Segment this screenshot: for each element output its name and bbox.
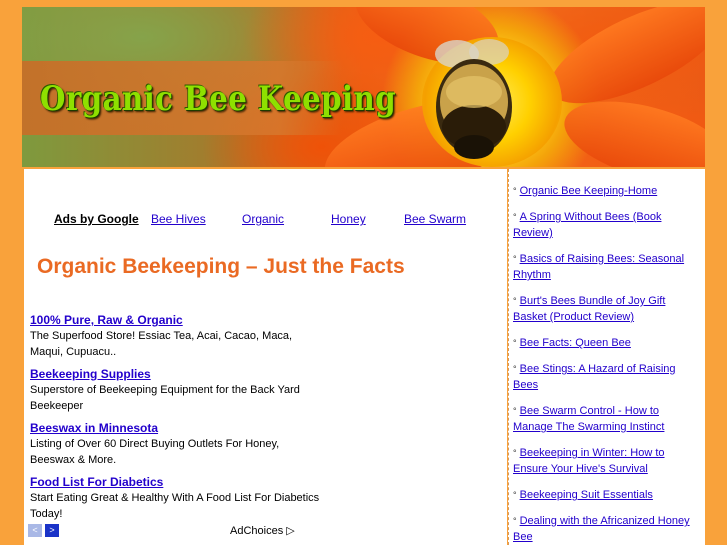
sidebar-item: ° Beekeeping Suit Essentials [513,487,701,503]
ad-controls: < > AdChoices ▷ [28,523,298,539]
header-banner: Organic Bee Keeping [22,7,705,167]
bullet-icon: ° [513,212,517,222]
sidebar-link-list: ° Organic Bee Keeping-Home ° A Spring With… [513,183,701,545]
bullet-icon: ° [513,490,517,500]
bullet-icon: ° [513,406,517,416]
ad-item: Beeswax in Minnesota Listing of Over 60 … [30,420,320,468]
next-arrow-icon[interactable]: > [45,524,59,537]
sidebar-item: ° Dealing with the Africanized Honey Bee [513,513,701,545]
bee-image [435,39,512,159]
sidebar-item: ° Organic Bee Keeping-Home [513,183,701,199]
sidebar-link[interactable]: Bee Facts: Queen Bee [520,337,631,349]
ad-block: 100% Pure, Raw & Organic The Superfood S… [30,312,320,528]
sidebar-link[interactable]: Organic Bee Keeping-Home [520,185,658,197]
ad-item: 100% Pure, Raw & Organic The Superfood S… [30,312,320,360]
sidebar-item: ° Basics of Raising Bees: Seasonal Rhythm [513,251,701,283]
sidebar-link[interactable]: Dealing with the Africanized Honey Bee [513,515,690,543]
ad-description: Start Eating Great & Healthy With A Food… [30,492,320,520]
main-content: Ads by Google Bee Hives Organic Honey Be… [24,169,507,545]
ad-title[interactable]: Beeswax in Minnesota [30,420,320,436]
bullet-icon: ° [513,448,517,458]
bullet-icon: ° [513,364,517,374]
prev-arrow-icon[interactable]: < [28,524,42,537]
ad-title[interactable]: 100% Pure, Raw & Organic [30,312,320,328]
ads-by-google-label[interactable]: Ads by Google [54,212,139,226]
sidebar-link[interactable]: Bee Swarm Control - How to Manage The Sw… [513,405,664,433]
sidebar-item: ° Burt's Bees Bundle of Joy Gift Basket (… [513,293,701,325]
ad-item: Food List For Diabetics Start Eating Gre… [30,474,320,522]
ad-title[interactable]: Beekeeping Supplies [30,366,320,382]
sidebar-item: ° Bee Stings: A Hazard of Raising Bees [513,361,701,393]
ad-link-organic[interactable]: Organic [242,212,284,226]
bullet-icon: ° [513,338,517,348]
ad-link-bee-swarm[interactable]: Bee Swarm [404,212,466,226]
ad-description: Listing of Over 60 Direct Buying Outlets… [30,438,280,466]
ad-link-honey[interactable]: Honey [331,212,366,226]
sidebar-link[interactable]: Beekeeping in Winter: How to Ensure Your… [513,447,665,475]
sidebar-link[interactable]: Burt's Bees Bundle of Joy Gift Basket (P… [513,295,665,323]
sidebar-item: ° Bee Swarm Control - How to Manage The S… [513,403,701,435]
bullet-icon: ° [513,186,517,196]
sidebar-link[interactable]: Bee Stings: A Hazard of Raising Bees [513,363,676,391]
page-heading: Organic Beekeeping – Just the Facts [37,255,405,278]
sidebar-item: ° Bee Facts: Queen Bee [513,335,701,351]
sidebar-link[interactable]: Beekeeping Suit Essentials [520,489,653,501]
sidebar-link[interactable]: A Spring Without Bees (Book Review) [513,211,661,239]
ad-link-bee-hives[interactable]: Bee Hives [151,212,206,226]
ad-link-bar: Ads by Google Bee Hives Organic Honey Be… [24,212,507,228]
sidebar-link[interactable]: Basics of Raising Bees: Seasonal Rhythm [513,253,684,281]
site-title: Organic Bee Keeping [40,79,397,119]
bullet-icon: ° [513,516,517,526]
ad-item: Beekeeping Supplies Superstore of Beekee… [30,366,320,414]
ad-description: The Superfood Store! Essiac Tea, Acai, C… [30,330,293,358]
bullet-icon: ° [513,254,517,264]
ad-description: Superstore of Beekeeping Equipment for t… [30,384,300,412]
sidebar-item: ° A Spring Without Bees (Book Review) [513,209,701,241]
sidebar: ° Organic Bee Keeping-Home ° A Spring With… [508,169,705,545]
sidebar-item: ° Beekeeping in Winter: How to Ensure You… [513,445,701,477]
ad-title[interactable]: Food List For Diabetics [30,474,320,490]
adchoices-link[interactable]: AdChoices ▷ [230,524,295,537]
bullet-icon: ° [513,296,517,306]
